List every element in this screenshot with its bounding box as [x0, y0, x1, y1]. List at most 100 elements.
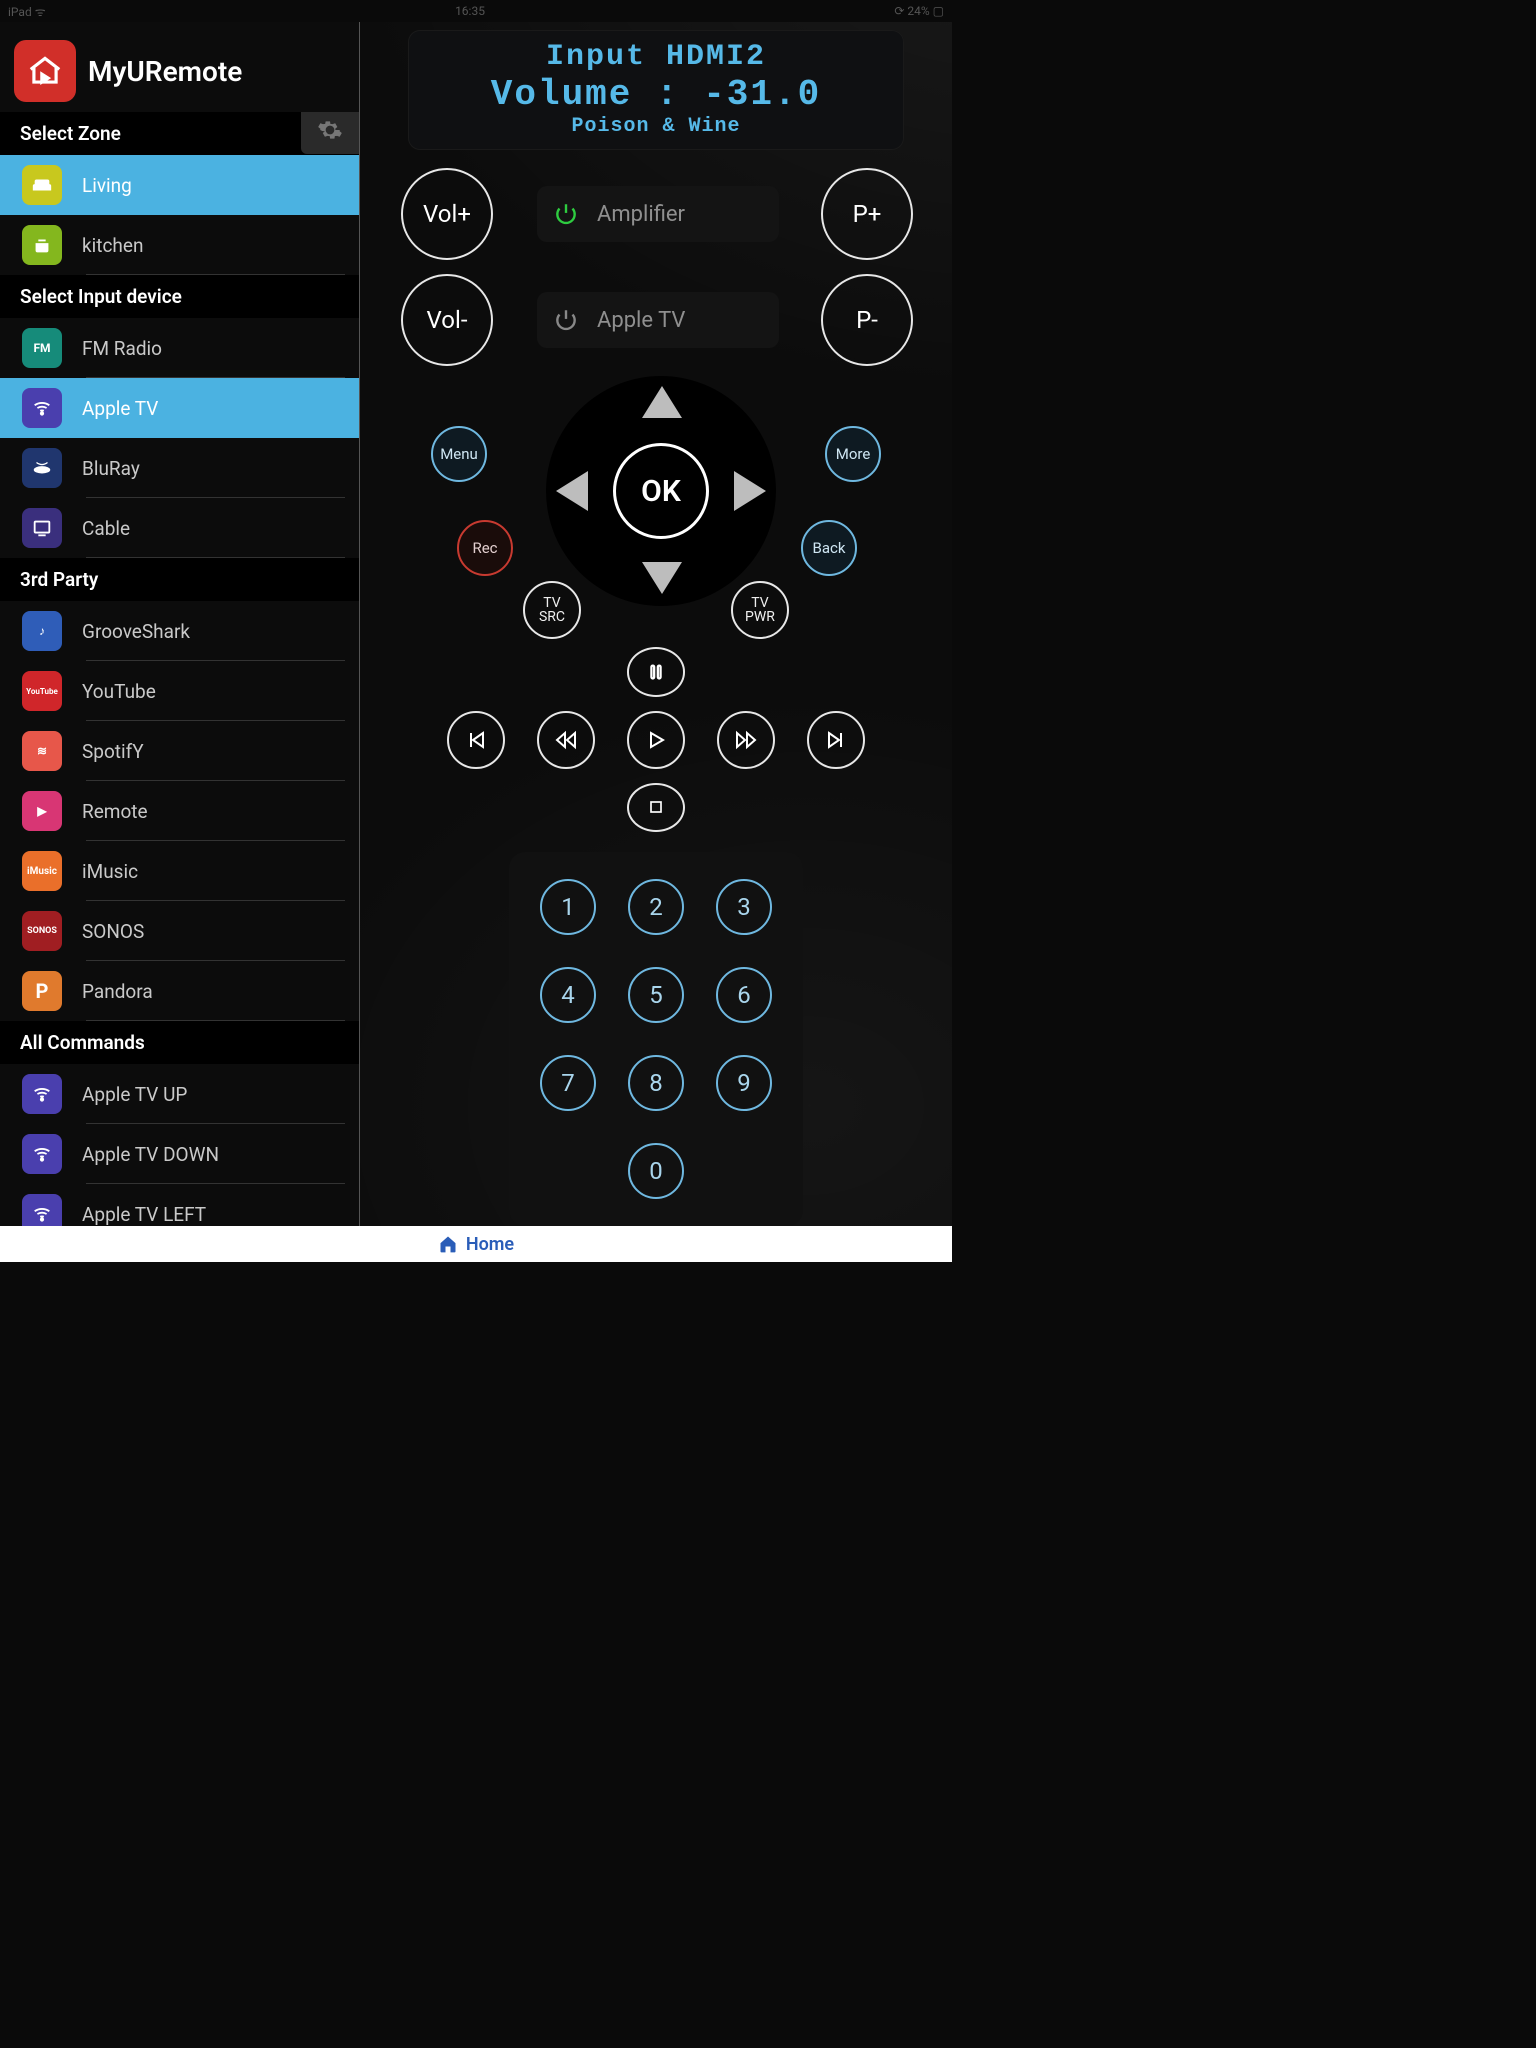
skip-back-button[interactable] [447, 711, 505, 769]
command-item[interactable]: Apple TV LEFT [0, 1184, 359, 1226]
section-third-label: 3rd Party [20, 568, 98, 591]
record-button[interactable]: Rec [457, 520, 513, 576]
sofa-icon [22, 165, 62, 205]
input-label: BluRay [82, 457, 140, 480]
brand-name: MyURemote [88, 55, 242, 88]
channel-up-button[interactable]: P+ [821, 168, 913, 260]
fm-icon: FM [22, 328, 62, 368]
volume-down-button[interactable]: Vol- [401, 274, 493, 366]
command-label: Apple TV UP [82, 1083, 187, 1106]
device-amplifier-button[interactable]: Amplifier [537, 186, 779, 242]
third-item-imusic[interactable]: iMusic iMusic [0, 841, 359, 901]
home-tab[interactable]: Home [466, 1234, 514, 1255]
display-line-track: Poison & Wine [418, 115, 894, 138]
sonos-icon: SONOS [22, 911, 62, 951]
input-label: Apple TV [82, 397, 158, 420]
input-label: FM Radio [82, 337, 162, 360]
status-right: ⟳ 24% ▢ [894, 4, 944, 18]
skip-forward-button[interactable] [807, 711, 865, 769]
wifi-icon [22, 1194, 62, 1226]
section-input-label: Select Input device [20, 285, 182, 308]
pandora-icon: P [22, 971, 62, 1011]
stop-icon [646, 797, 666, 817]
channel-down-button[interactable]: P- [821, 274, 913, 366]
dpad-right[interactable] [734, 471, 766, 511]
third-item-spotify[interactable]: ≋ SpotifY [0, 721, 359, 781]
wifi-icon [22, 1074, 62, 1114]
rewind-button[interactable] [537, 711, 595, 769]
display-line-input: Input HDMI2 [418, 40, 894, 74]
display-line-volume: Volume : -31.0 [418, 74, 894, 115]
play-button[interactable] [627, 711, 685, 769]
numpad-1[interactable]: 1 [540, 879, 596, 935]
imusic-icon: iMusic [22, 851, 62, 891]
numpad-0[interactable]: 0 [628, 1143, 684, 1199]
numpad-9[interactable]: 9 [716, 1055, 772, 1111]
third-item-youtube[interactable]: YouTube YouTube [0, 661, 359, 721]
third-label: Pandora [82, 980, 153, 1003]
numpad-7[interactable]: 7 [540, 1055, 596, 1111]
dpad-up[interactable] [642, 386, 682, 418]
third-label: SpotifY [82, 740, 144, 763]
numpad-5[interactable]: 5 [628, 967, 684, 1023]
numpad-2[interactable]: 2 [628, 879, 684, 935]
pause-icon [645, 661, 667, 683]
numpad-3[interactable]: 3 [716, 879, 772, 935]
settings-button[interactable] [301, 112, 359, 154]
third-item-sonos[interactable]: SONOS SONOS [0, 901, 359, 961]
display-panel: Input HDMI2 Volume : -31.0 Poison & Wine [408, 30, 904, 150]
bottom-bar: Home [0, 1226, 952, 1262]
dpad-left[interactable] [556, 471, 588, 511]
input-item-fm[interactable]: FM FM Radio [0, 318, 359, 378]
tv-icon [22, 508, 62, 548]
section-zone-label: Select Zone [20, 122, 121, 145]
zone-item-kitchen[interactable]: kitchen [0, 215, 359, 275]
back-button[interactable]: Back [801, 520, 857, 576]
third-item-remote[interactable]: ▶ Remote [0, 781, 359, 841]
numpad-6[interactable]: 6 [716, 967, 772, 1023]
status-time: 16:35 [455, 4, 485, 18]
command-label: Apple TV LEFT [82, 1203, 206, 1226]
zone-label: kitchen [82, 234, 143, 257]
input-item-cable[interactable]: Cable [0, 498, 359, 558]
tv-power-button[interactable]: TVPWR [731, 581, 789, 639]
status-bar: iPad ᯤ 16:35 ⟳ 24% ▢ [0, 0, 952, 22]
sidebar: MyURemote Select Zone Living [0, 22, 360, 1226]
third-item-grooveshark[interactable]: ♪ GrooveShark [0, 601, 359, 661]
fast-forward-icon [734, 728, 758, 752]
tv-source-button[interactable]: TVSRC [523, 581, 581, 639]
section-third: 3rd Party [0, 558, 359, 601]
youtube-icon: YouTube [22, 671, 62, 711]
section-all-label: All Commands [20, 1031, 145, 1054]
brand: MyURemote [0, 22, 359, 112]
skip-forward-icon [824, 728, 848, 752]
zone-item-living[interactable]: Living [0, 155, 359, 215]
dpad-down[interactable] [642, 562, 682, 594]
command-label: Apple TV DOWN [82, 1143, 219, 1166]
fast-forward-button[interactable] [717, 711, 775, 769]
section-zone: Select Zone [0, 112, 359, 155]
command-item[interactable]: Apple TV UP [0, 1064, 359, 1124]
third-item-pandora[interactable]: P Pandora [0, 961, 359, 1021]
input-item-appletv[interactable]: Apple TV [0, 378, 359, 438]
input-label: Cable [82, 517, 130, 540]
pot-icon [22, 225, 62, 265]
spotify-icon: ≋ [22, 731, 62, 771]
power-icon [553, 307, 579, 333]
stop-button[interactable] [627, 783, 685, 832]
command-item[interactable]: Apple TV DOWN [0, 1124, 359, 1184]
volume-up-button[interactable]: Vol+ [401, 168, 493, 260]
numpad-4[interactable]: 4 [540, 967, 596, 1023]
third-label: Remote [82, 800, 148, 823]
pause-button[interactable] [627, 647, 685, 696]
brand-logo-icon [14, 40, 76, 102]
menu-button[interactable]: Menu [431, 426, 487, 482]
more-button[interactable]: More [825, 426, 881, 482]
input-item-bluray[interactable]: BluRay [0, 438, 359, 498]
dpad: OK Menu More Back Rec [401, 376, 911, 577]
ok-button[interactable]: OK [613, 443, 709, 539]
wifi-icon [22, 1134, 62, 1174]
device-appletv-button[interactable]: Apple TV [537, 292, 779, 348]
numpad-8[interactable]: 8 [628, 1055, 684, 1111]
bluray-icon [22, 448, 62, 488]
